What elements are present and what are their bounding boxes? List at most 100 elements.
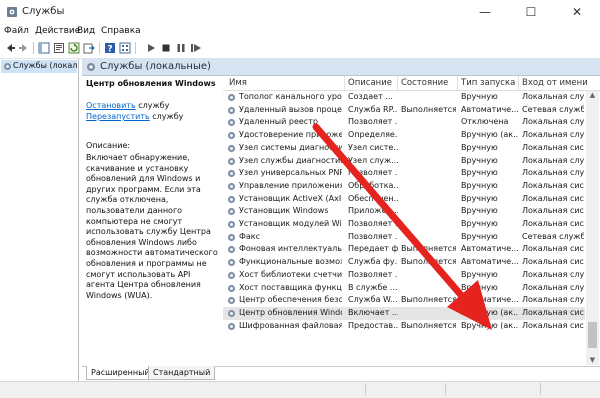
column-divider[interactable] — [457, 76, 458, 90]
stop-icon[interactable] — [160, 42, 172, 54]
table-row[interactable]: Удостоверение приложения Определяе... Вруч… — [223, 129, 585, 142]
service-name: Установщик ActiveX (AxInst... — [239, 193, 342, 203]
table-row[interactable]: Узел универсальных PNP-у... Позволяет ...… — [223, 167, 585, 180]
service-logon-as: Локальная слу... — [522, 92, 584, 101]
toolbar-separator — [135, 42, 136, 54]
svg-text:?: ? — [107, 45, 112, 55]
window-title: Службы — [22, 6, 65, 17]
service-name: Установщик Windows — [239, 206, 329, 216]
table-row[interactable]: Хост библиотеки счетчика... Позволяет ...… — [223, 269, 585, 282]
table-row[interactable]: Центр обновления Windows Включает ... Вруч… — [223, 306, 585, 320]
console-tree-icon[interactable] — [38, 42, 50, 54]
pause-icon[interactable] — [175, 42, 187, 54]
scroll-up-arrow[interactable]: ▲ — [586, 91, 599, 101]
service-name: Узел системы диагностики — [239, 142, 342, 152]
column-divider[interactable] — [397, 76, 398, 90]
table-row[interactable]: Установщик Windows Приложен... Вручную Лока… — [223, 205, 585, 218]
service-logon-as: Локальная сист... — [522, 320, 584, 330]
service-name: Хост библиотеки счетчика... — [239, 269, 342, 279]
service-startup-type: Вручную (ак... — [461, 130, 519, 140]
column-divider[interactable] — [518, 76, 519, 90]
service-logon-as: Локальная сист... — [522, 206, 584, 216]
service-startup-type: Вручную (ак... — [461, 307, 519, 317]
table-row[interactable]: Узел службы диагностики Узел служ... Вручн… — [223, 155, 585, 168]
table-row[interactable]: Установщик модулей Windo... Позволяет ...… — [223, 218, 585, 231]
service-description: Служба W... — [348, 295, 398, 305]
service-logon-as: Локальная сист... — [522, 307, 584, 317]
service-logon-as: Локальная сист... — [522, 219, 584, 228]
table-row[interactable]: Узел системы диагностики Узел систе... Вру… — [223, 142, 585, 155]
service-gear-icon — [227, 157, 236, 165]
service-logon-as: Сетевая служба — [522, 104, 584, 114]
close-button[interactable]: ✕ — [554, 0, 600, 24]
table-row[interactable]: Управление приложениями Обработка... Вручн… — [223, 180, 585, 193]
menu-action[interactable]: Действие — [35, 26, 80, 36]
service-gear-icon — [227, 170, 236, 178]
service-description: Передает ф... — [348, 244, 398, 254]
service-gear-icon — [227, 297, 236, 305]
service-startup-type: Автоматиче... — [461, 104, 519, 114]
service-description: Узел систе... — [348, 142, 398, 152]
column-header-logon-as[interactable]: Вход от имени — [522, 78, 588, 88]
toolbar-separator — [99, 42, 100, 54]
scroll-down-arrow[interactable]: ▼ — [586, 356, 599, 366]
services-app-icon — [7, 7, 17, 17]
properties-icon[interactable] — [53, 42, 65, 54]
service-status: Выполняется — [401, 320, 456, 330]
service-description: Служба RP... — [348, 104, 398, 114]
menu-view[interactable]: Вид — [77, 26, 95, 36]
table-row[interactable]: Установщик ActiveX (AxInst... Обеспечен..… — [223, 193, 585, 206]
service-gear-icon — [227, 322, 236, 330]
table-row[interactable]: Фоновая интеллектуальна... Передает ф...В… — [223, 243, 585, 256]
service-logon-as: Локальная сист... — [522, 180, 584, 190]
tab-extended[interactable]: Расширенный — [86, 366, 155, 380]
table-row[interactable]: Шифрованная файловая сис...Предостав...В… — [223, 320, 585, 333]
column-header-startup-type[interactable]: Тип запуска — [461, 78, 515, 88]
column-header-description[interactable]: Описание — [348, 78, 392, 88]
table-row[interactable]: Тополог канального уровня Создает ... Вруч… — [223, 91, 585, 104]
table-row[interactable]: Удаленный реестр Позволяет ... Отключена Ло… — [223, 116, 585, 129]
menu-file[interactable]: Файл — [4, 26, 29, 36]
service-status: Выполняется — [401, 257, 456, 267]
column-divider[interactable] — [344, 76, 345, 90]
view-icon[interactable] — [119, 42, 131, 54]
start-icon[interactable] — [145, 42, 157, 54]
service-logon-as: Локальная сист... — [522, 193, 584, 203]
maximize-button[interactable]: ☐ — [508, 0, 554, 24]
service-name: Узел универсальных PNP-у... — [239, 168, 342, 178]
service-name: Функциональные возможн... — [239, 257, 342, 267]
service-description: Обеспечен... — [348, 193, 398, 203]
status-bar — [0, 381, 600, 398]
service-description: Определяе... — [348, 130, 398, 140]
restart-icon[interactable] — [190, 42, 202, 54]
column-header-name[interactable]: Имя — [229, 78, 247, 88]
service-gear-icon — [227, 106, 236, 114]
menu-help[interactable]: Справка — [101, 26, 141, 36]
tab-standard[interactable]: Стандартный — [148, 366, 216, 380]
stop-service-link[interactable]: Остановить — [86, 101, 136, 110]
back-icon[interactable] — [4, 42, 16, 54]
table-row[interactable]: Факс Позволяет ... Вручную Сетевая служба — [223, 231, 585, 244]
service-startup-type: Вручную — [461, 219, 498, 228]
service-startup-type: Вручную — [461, 282, 498, 292]
selected-service-name: Центр обновления Windows — [86, 79, 216, 88]
table-row[interactable]: Удаленный вызов процедур... Служба RP...В… — [223, 104, 585, 117]
column-header-status[interactable]: Состояние — [401, 78, 448, 88]
minimize-button[interactable]: — — [462, 0, 508, 24]
table-row[interactable]: Функциональные возможн... Служба фу...Вып… — [223, 256, 585, 269]
service-logon-as: Локальная слу... — [522, 155, 584, 165]
forward-icon[interactable] — [18, 42, 30, 54]
service-status: Выполняется — [401, 295, 456, 305]
service-name: Хост поставщика функции ... — [239, 282, 342, 292]
service-startup-type: Вручную — [461, 92, 498, 101]
help-icon[interactable]: ? — [104, 42, 116, 54]
service-startup-type: Автоматиче... — [461, 257, 519, 267]
table-row[interactable]: Центр обеспечения безоп... Служба W...Вып… — [223, 294, 585, 307]
refresh-icon[interactable] — [68, 42, 80, 54]
services-icon — [87, 63, 95, 71]
scrollbar-thumb[interactable] — [588, 322, 597, 348]
service-gear-icon — [227, 246, 236, 254]
export-icon[interactable] — [83, 42, 95, 54]
restart-service-link[interactable]: Перезапустить — [86, 112, 150, 121]
table-row[interactable]: Хост поставщика функции ... В службе ... В… — [223, 282, 585, 295]
